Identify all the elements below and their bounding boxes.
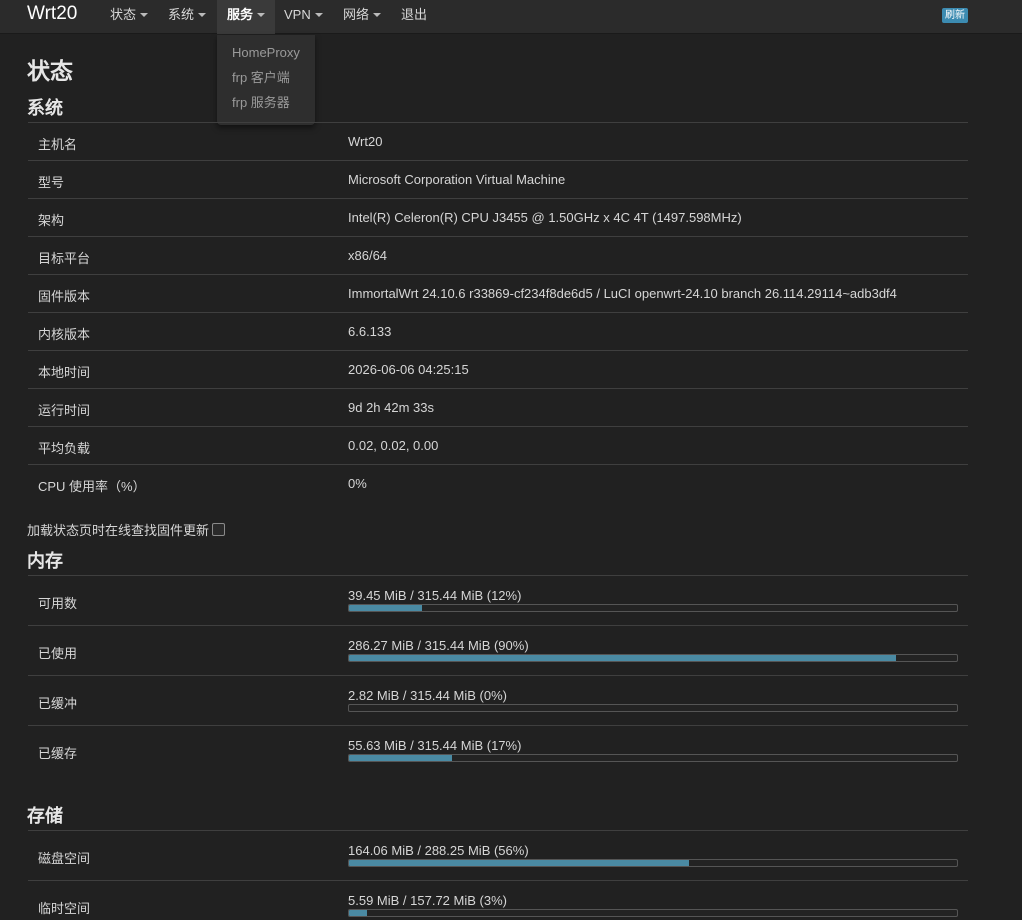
- row-value: 6.6.133: [348, 324, 392, 339]
- table-row: 临时空间 5.59 MiB / 157.72 MiB (3%): [28, 880, 968, 920]
- row-key: 本地时间: [38, 365, 91, 380]
- row-value: 9d 2h 42m 33s: [348, 400, 435, 415]
- row-key: 内核版本: [38, 327, 91, 342]
- row-key: 已缓存: [38, 746, 78, 761]
- chevron-down-icon: [198, 12, 207, 17]
- row-key: 可用数: [38, 596, 78, 611]
- table-row: 磁盘空间 164.06 MiB / 288.25 MiB (56%): [28, 830, 968, 880]
- nav-network[interactable]: 网络: [333, 0, 391, 34]
- row-key: 临时空间: [38, 901, 91, 916]
- table-row: 已缓冲 2.82 MiB / 315.44 MiB (0%): [28, 675, 968, 725]
- table-row: 本地时间 2026-06-06 04:25:15: [28, 350, 968, 388]
- table-row: 架构 Intel(R) Celeron(R) CPU J3455 @ 1.50G…: [28, 198, 968, 236]
- table-row: 平均负载 0.02, 0.02, 0.00: [28, 426, 968, 464]
- nav-logout[interactable]: 退出: [391, 0, 437, 34]
- system-table: 主机名 Wrt20 型号 Microsoft Corporation Virtu…: [28, 122, 968, 502]
- progress-text: 164.06 MiB / 288.25 MiB (56%): [348, 843, 529, 858]
- row-key: 已使用: [38, 646, 78, 661]
- row-value: ImmortalWrt 24.10.6 r33869-cf234f8de6d5 …: [348, 286, 897, 301]
- nav-network-label: 网络: [343, 7, 370, 22]
- progress-bar: [348, 654, 958, 662]
- table-row: 运行时间 9d 2h 42m 33s: [28, 388, 968, 426]
- menu-item-homeproxy[interactable]: HomeProxy: [217, 44, 315, 69]
- progress-bar: [348, 704, 958, 712]
- progress-text: 2.82 MiB / 315.44 MiB (0%): [348, 688, 507, 703]
- table-row: 已缓存 55.63 MiB / 315.44 MiB (17%): [28, 725, 968, 775]
- progress-text: 5.59 MiB / 157.72 MiB (3%): [348, 893, 507, 908]
- update-check-checkbox[interactable]: [212, 523, 226, 536]
- table-row: 内核版本 6.6.133: [28, 312, 968, 350]
- update-check-option: 加载状态页时在线查找固件更新: [27, 520, 226, 539]
- progress-bar-fill: [349, 860, 690, 866]
- row-key: 运行时间: [38, 403, 91, 418]
- refresh-badge[interactable]: 刷新: [942, 8, 968, 23]
- nav-status[interactable]: 状态: [100, 0, 158, 34]
- row-key: 架构: [38, 213, 65, 228]
- brand-logo[interactable]: Wrt20: [27, 3, 77, 25]
- table-row: 主机名 Wrt20: [28, 122, 968, 160]
- row-value: 2026-06-06 04:25:15: [348, 362, 469, 377]
- page-title: 状态: [27, 58, 73, 84]
- storage-table: 磁盘空间 164.06 MiB / 288.25 MiB (56%) 临时空间 …: [28, 830, 968, 920]
- chevron-down-icon: [140, 12, 149, 17]
- memory-section-title: 内存: [27, 551, 63, 571]
- memory-table: 可用数 39.45 MiB / 315.44 MiB (12%) 已使用 286…: [28, 575, 968, 775]
- row-value: Intel(R) Celeron(R) CPU J3455 @ 1.50GHz …: [348, 210, 742, 225]
- row-key: 型号: [38, 175, 65, 190]
- row-key: 目标平台: [38, 251, 91, 266]
- nav-logout-label: 退出: [401, 7, 428, 22]
- chevron-down-icon: [257, 12, 266, 17]
- progress-bar: [348, 754, 958, 762]
- row-key: 磁盘空间: [38, 851, 91, 866]
- services-dropdown-menu: HomeProxy frp 客户端 frp 服务器: [217, 35, 315, 125]
- progress-bar-fill: [349, 605, 422, 611]
- chevron-down-icon: [373, 12, 382, 17]
- progress-bar: [348, 909, 958, 917]
- top-navbar: Wrt20 状态 系统 服务 VPN 网络 退出 刷新: [0, 0, 1022, 34]
- row-value: Microsoft Corporation Virtual Machine: [348, 172, 566, 187]
- row-value: 0%: [348, 476, 367, 491]
- row-key: 平均负载: [38, 441, 91, 456]
- row-value: x86/64: [348, 248, 388, 263]
- table-row: CPU 使用率（%） 0%: [28, 464, 968, 502]
- progress-text: 39.45 MiB / 315.44 MiB (12%): [348, 588, 522, 603]
- progress-text: 286.27 MiB / 315.44 MiB (90%): [348, 638, 529, 653]
- storage-section-title: 存储: [27, 806, 63, 826]
- row-key: 主机名: [38, 137, 78, 152]
- nav-vpn[interactable]: VPN: [274, 0, 333, 34]
- nav-system-label: 系统: [168, 7, 195, 22]
- table-row: 固件版本 ImmortalWrt 24.10.6 r33869-cf234f8d…: [28, 274, 968, 312]
- row-key: 固件版本: [38, 289, 91, 304]
- update-check-label: 加载状态页时在线查找固件更新: [27, 523, 210, 538]
- progress-bar-fill: [349, 755, 453, 761]
- progress-bar-fill: [349, 910, 368, 916]
- nav-services-label: 服务: [227, 7, 254, 22]
- progress-bar-fill: [349, 655, 897, 661]
- system-section-title: 系统: [27, 98, 63, 118]
- progress-bar: [348, 859, 958, 867]
- row-value: 0.02, 0.02, 0.00: [348, 438, 439, 453]
- nav-status-label: 状态: [110, 7, 137, 22]
- nav-system[interactable]: 系统: [158, 0, 216, 34]
- nav-services[interactable]: 服务: [217, 0, 276, 34]
- progress-text: 55.63 MiB / 315.44 MiB (17%): [348, 738, 522, 753]
- table-row: 已使用 286.27 MiB / 315.44 MiB (90%): [28, 625, 968, 675]
- table-row: 可用数 39.45 MiB / 315.44 MiB (12%): [28, 575, 968, 625]
- table-row: 型号 Microsoft Corporation Virtual Machine: [28, 160, 968, 198]
- menu-item-frp-client[interactable]: frp 客户端: [217, 69, 315, 94]
- table-row: 目标平台 x86/64: [28, 236, 968, 274]
- row-value: Wrt20: [348, 134, 383, 149]
- chevron-down-icon: [314, 12, 323, 17]
- progress-bar: [348, 604, 958, 612]
- row-key: CPU 使用率（%）: [38, 479, 146, 494]
- menu-item-frp-server[interactable]: frp 服务器: [217, 94, 315, 119]
- row-key: 已缓冲: [38, 696, 78, 711]
- nav-vpn-label: VPN: [284, 7, 311, 22]
